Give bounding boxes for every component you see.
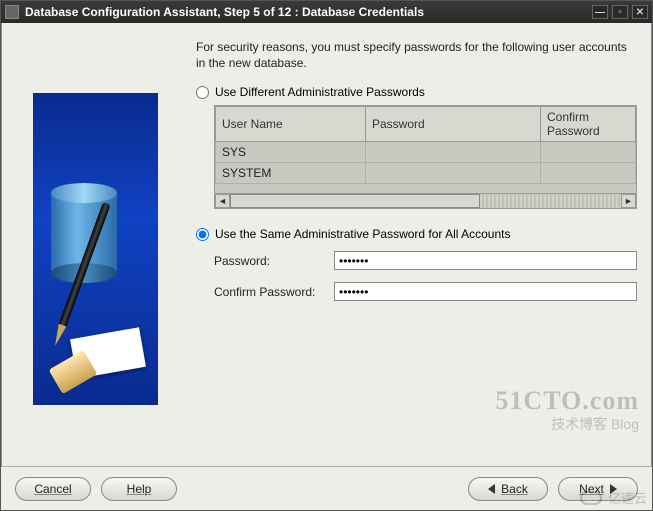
chevron-left-icon [488, 484, 495, 494]
confirm-password-label: Confirm Password: [214, 285, 334, 299]
password-label: Password: [214, 254, 334, 268]
cell-password[interactable] [366, 163, 541, 184]
radio-same[interactable] [196, 228, 209, 241]
titlebar: Database Configuration Assistant, Step 5… [1, 1, 652, 23]
window-frame: Database Configuration Assistant, Step 5… [0, 0, 653, 511]
close-button[interactable]: ✕ [632, 5, 648, 19]
table-header-row: User Name Password Confirm Password [216, 107, 636, 142]
wizard-footer: Cancel Help Back Next 亿速云 [1, 466, 652, 510]
option-different-passwords[interactable]: Use Different Administrative Passwords [196, 85, 637, 99]
cell-password[interactable] [366, 142, 541, 163]
next-button[interactable]: Next [558, 477, 638, 501]
cell-confirm[interactable] [541, 142, 636, 163]
col-user: User Name [216, 107, 366, 142]
wizard-banner-panel [2, 23, 188, 466]
window-title: Database Configuration Assistant, Step 5… [25, 5, 592, 19]
radio-same-label: Use the Same Administrative Password for… [215, 227, 510, 241]
scroll-track[interactable] [230, 194, 621, 208]
window-controls: — ▫ ✕ [592, 5, 648, 19]
table-row[interactable]: SYSTEM [216, 163, 636, 184]
radio-different-label: Use Different Administrative Passwords [215, 85, 425, 99]
confirm-password-input[interactable] [334, 282, 637, 301]
confirm-password-row: Confirm Password: [214, 282, 637, 301]
chevron-right-icon [610, 484, 617, 494]
wizard-banner-image [33, 93, 158, 405]
cell-confirm[interactable] [541, 163, 636, 184]
scroll-right-arrow-icon[interactable]: ► [621, 194, 636, 208]
help-button[interactable]: Help [101, 477, 177, 501]
back-button[interactable]: Back [468, 477, 548, 501]
scroll-thumb[interactable] [230, 194, 480, 208]
password-input[interactable] [334, 251, 637, 270]
radio-different[interactable] [196, 86, 209, 99]
cell-user: SYS [216, 142, 366, 163]
app-icon [5, 5, 19, 19]
table-row[interactable]: SYS [216, 142, 636, 163]
form-panel: For security reasons, you must specify p… [188, 23, 651, 466]
cell-user: SYSTEM [216, 163, 366, 184]
maximize-button[interactable]: ▫ [612, 5, 628, 19]
col-password: Password [366, 107, 541, 142]
password-row: Password: [214, 251, 637, 270]
intro-text: For security reasons, you must specify p… [196, 39, 637, 71]
cancel-button[interactable]: Cancel [15, 477, 91, 501]
minimize-button[interactable]: — [592, 5, 608, 19]
horizontal-scrollbar[interactable]: ◄ ► [215, 193, 636, 208]
same-password-form: Password: Confirm Password: [214, 251, 637, 301]
credentials-table-wrap: User Name Password Confirm Password SYS [214, 105, 637, 209]
col-confirm: Confirm Password [541, 107, 636, 142]
option-same-password[interactable]: Use the Same Administrative Password for… [196, 227, 637, 241]
scroll-left-arrow-icon[interactable]: ◄ [215, 194, 230, 208]
content-area: For security reasons, you must specify p… [1, 23, 652, 466]
credentials-table: User Name Password Confirm Password SYS [215, 106, 636, 184]
